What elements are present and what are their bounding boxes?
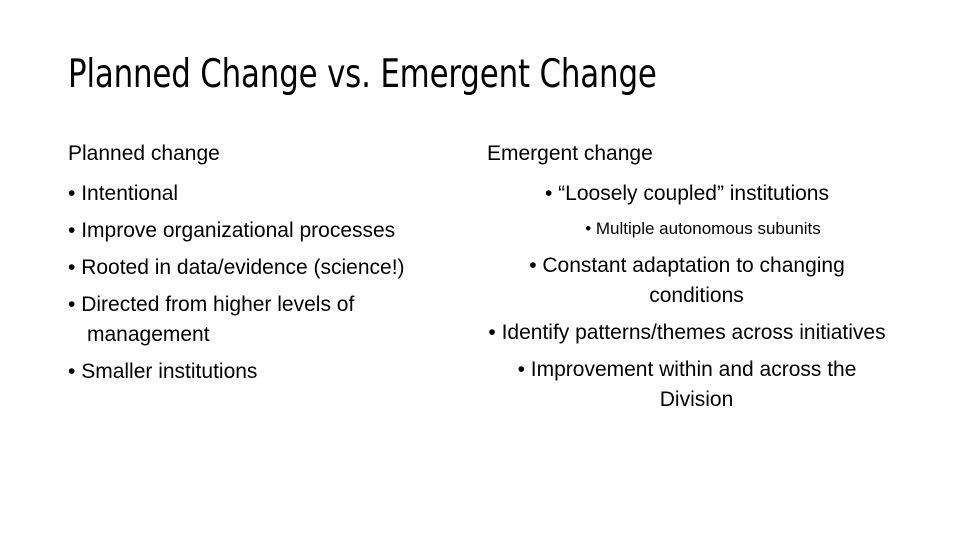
list-item-label: Identify patterns/themes across initiati… (501, 321, 886, 344)
list-item: • Rooted in data/evidence (science!) (68, 253, 458, 283)
sub-list-item-label: Multiple autonomous subunits (595, 219, 821, 238)
page-title: Planned Change vs. Emergent Change (68, 52, 657, 97)
list-item: • Improve organizational processes (68, 216, 458, 246)
list-item-label: Improve organizational processes (81, 219, 396, 242)
right-column: Emergent change • “Loosely coupled” inst… (482, 140, 892, 422)
sub-list-item: • Multiple autonomous subunits (482, 216, 892, 241)
bullet-icon: • (68, 219, 82, 242)
bullet-icon: • (517, 358, 531, 381)
bullet-icon: • (488, 321, 502, 344)
list-item: • Improvement within and across the Divi… (482, 355, 892, 415)
bullet-icon: • (68, 256, 82, 279)
list-item: • Intentional (68, 179, 458, 209)
bullet-icon: • (585, 219, 596, 238)
list-item-label: Smaller institutions (81, 360, 258, 383)
list-item-label: “Loosely coupled” institutions (558, 182, 829, 205)
left-bullet-list: • Intentional • Improve organizational p… (68, 179, 458, 387)
right-bullet-list: • “Loosely coupled” institutions • Multi… (482, 179, 892, 415)
left-column: Planned change • Intentional • Improve o… (68, 140, 458, 394)
list-item-label: Directed from higher levels of managemen… (81, 293, 355, 346)
list-item-label: Intentional (81, 182, 179, 205)
bullet-icon: • (68, 360, 82, 383)
list-item: • Constant adaptation to changing condit… (482, 251, 892, 311)
slide-canvas: Planned Change vs. Emergent Change Plann… (0, 0, 960, 540)
bullet-icon: • (68, 182, 82, 205)
right-column-heading: Emergent change (487, 142, 653, 165)
bullet-icon: • (529, 254, 543, 277)
list-item-label: Constant adaptation to changing conditio… (542, 254, 845, 307)
list-item: • Smaller institutions (68, 357, 458, 387)
list-item-label: Rooted in data/evidence (science!) (81, 256, 405, 279)
list-item-label: Improvement within and across the Divisi… (530, 358, 857, 411)
slide-body: Planned change • Intentional • Improve o… (0, 140, 960, 510)
list-item: • Directed from higher levels of managem… (68, 290, 458, 350)
bullet-icon: • (68, 293, 82, 316)
bullet-icon: • (544, 182, 559, 205)
list-item: • Identify patterns/themes across initia… (482, 318, 892, 348)
left-column-heading: Planned change (68, 142, 220, 165)
list-item: • “Loosely coupled” institutions (482, 179, 892, 209)
